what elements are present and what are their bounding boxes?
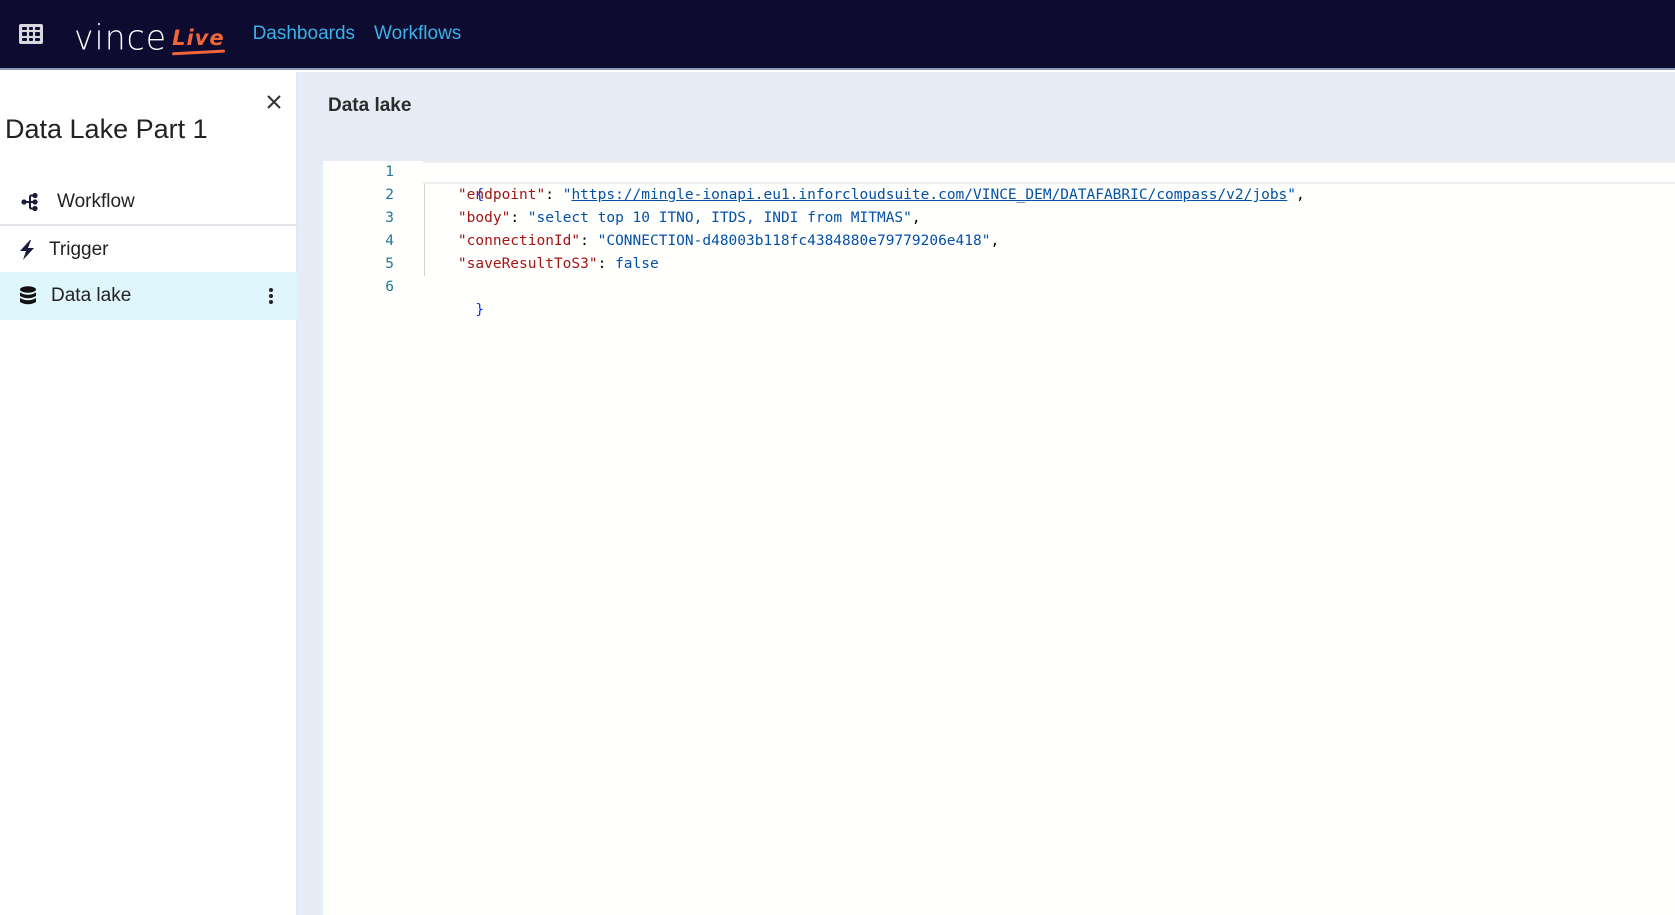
sidebar-item-label: Trigger	[49, 239, 109, 260]
sidebar-item-workflow[interactable]: Workflow	[0, 180, 297, 226]
lightning-bolt-icon	[16, 239, 38, 261]
line-number: 2	[385, 187, 394, 203]
json-code-editor[interactable]: 1 2 3 4 5 6 { "endpoint": "https://mingl…	[323, 161, 1675, 915]
nav-dashboards-link[interactable]: Dashboards	[253, 23, 355, 45]
sidebar-item-label: Data lake	[51, 285, 132, 306]
line-number: 3	[385, 210, 394, 226]
workflow-tree-icon	[19, 191, 41, 213]
panel-title: Data lake	[328, 95, 412, 116]
json-key-body: "body"	[457, 210, 511, 226]
json-quote: "	[1287, 187, 1297, 203]
json-comma: ,	[1296, 187, 1305, 203]
code-line[interactable]: {	[423, 161, 484, 203]
logo-wordmark: vince	[74, 17, 168, 58]
line-number: 1	[385, 164, 394, 180]
json-key-connection-id: "connectionId"	[457, 233, 581, 249]
database-icon	[17, 285, 39, 307]
main-panel: Data lake 1 2 3 4 5 6 { "endpoint": "htt…	[297, 72, 1675, 915]
current-line-highlight	[423, 161, 1675, 184]
json-colon: :	[545, 187, 563, 203]
logo-live-badge: Live	[172, 26, 225, 50]
line-number: 4	[385, 233, 394, 249]
app-logo[interactable]: vince Live	[74, 14, 225, 58]
json-comma: ,	[911, 210, 921, 226]
code-line[interactable]: "saveResultToS3": false	[423, 253, 659, 276]
close-sidebar-button[interactable]	[264, 92, 284, 112]
line-number: 5	[385, 256, 394, 272]
sidebar-item-data-lake[interactable]: Data lake	[0, 272, 297, 320]
line-number: 6	[385, 279, 394, 295]
workflow-sidebar: Data Lake Part 1 Workflow Trigger Data l…	[0, 72, 297, 915]
workflow-title: Data Lake Part 1	[5, 114, 208, 144]
json-close-brace: }	[475, 302, 485, 318]
sidebar-item-trigger[interactable]: Trigger	[0, 228, 297, 272]
code-line[interactable]: "endpoint": "https://mingle-ionapi.eu1.i…	[423, 184, 1305, 207]
json-value-endpoint-link[interactable]: https://mingle-ionapi.eu1.inforcloudsuit…	[571, 187, 1287, 203]
sidebar-item-label: Workflow	[57, 191, 135, 212]
json-key-endpoint: "endpoint"	[457, 187, 546, 203]
line-number-gutter: 1 2 3 4 5 6	[323, 161, 423, 915]
top-navigation-bar: vince Live Dashboards Workflows	[0, 0, 1675, 70]
code-line[interactable]: "body": "select top 10 ITNO, ITDS, INDI …	[423, 207, 921, 230]
json-colon: :	[510, 210, 528, 226]
code-line[interactable]: }	[423, 276, 484, 318]
close-icon	[267, 95, 281, 109]
json-value-save-result: false	[615, 256, 659, 272]
nav-workflows-link[interactable]: Workflows	[374, 23, 461, 45]
json-value-connection-id: "CONNECTION-d48003b118fc4384880e79779206…	[597, 233, 991, 249]
json-key-save-result: "saveResultToS3"	[457, 256, 598, 272]
code-line[interactable]: "connectionId": "CONNECTION-d48003b118fc…	[423, 230, 999, 253]
json-comma: ,	[990, 233, 1000, 249]
json-colon: :	[597, 256, 616, 272]
grid-icon[interactable]	[19, 24, 43, 44]
json-value-body: "select top 10 ITNO, ITDS, INDI from MIT…	[527, 210, 912, 226]
json-colon: :	[580, 233, 598, 249]
kebab-menu-icon[interactable]	[267, 285, 275, 307]
